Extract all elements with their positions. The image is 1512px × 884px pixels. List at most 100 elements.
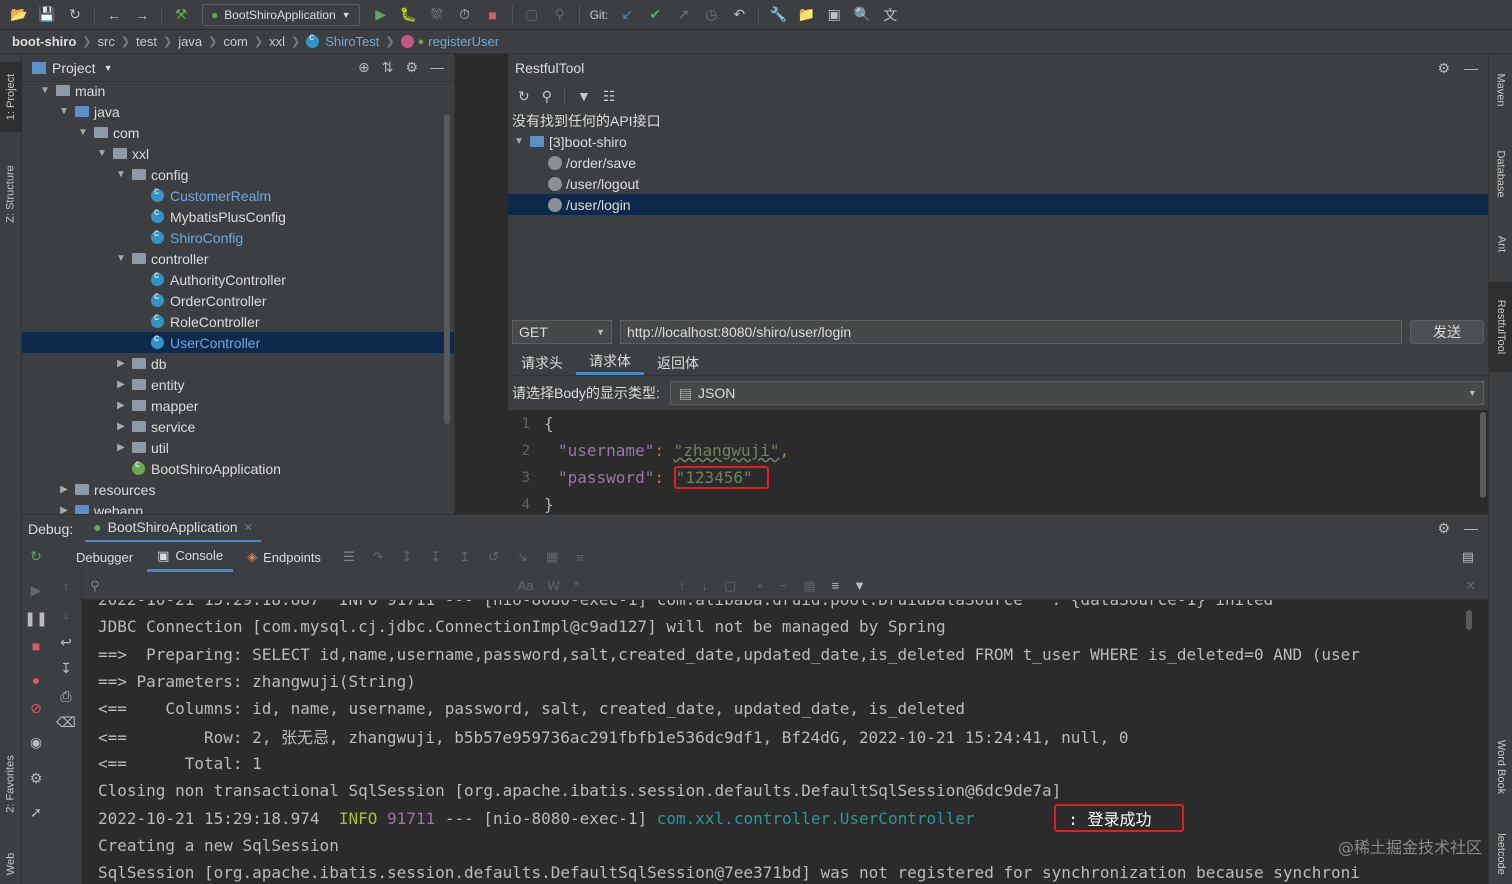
breadcrumb-item[interactable]: boot-shiro [12, 34, 76, 49]
run-config-select[interactable]: ● BootShiroApplication ▼ [202, 3, 360, 26]
tab-response-body[interactable]: 返回体 [644, 350, 712, 375]
drop-frame-icon[interactable]: ↺ [488, 549, 499, 565]
stop-icon[interactable]: ■ [26, 636, 46, 656]
restfultool-tool-tab[interactable]: RestfulTool [1489, 282, 1512, 372]
run-to-cursor-icon[interactable]: ↘ [517, 549, 528, 565]
git-rollback-icon[interactable]: ↶ [726, 4, 752, 26]
gear-icon[interactable]: ⚙ [1437, 60, 1450, 77]
breadcrumb-item[interactable]: ShiroTest [325, 34, 379, 49]
coverage-icon[interactable]: ⛆ [424, 4, 450, 26]
web-tool-tab[interactable]: Web [0, 844, 22, 884]
refresh-icon[interactable]: ↻ [518, 88, 530, 105]
chevron-down-icon[interactable]: ▼ [114, 253, 128, 264]
project-panel-title[interactable]: Project [52, 60, 96, 76]
locate-target-icon[interactable]: ⊕ [358, 59, 370, 76]
git-history-icon[interactable]: ◷ [698, 4, 724, 26]
build-hammer-icon[interactable]: ⚒ [168, 4, 194, 26]
chevron-down-icon[interactable]: ▼ [512, 136, 526, 147]
trash-icon[interactable]: ⌫ [56, 712, 76, 732]
tab-debugger[interactable]: Debugger [66, 542, 143, 572]
tree-item[interactable]: RoleController [22, 311, 454, 332]
tree-item[interactable]: ▶ db [22, 353, 454, 374]
stop-icon[interactable]: ■ [480, 4, 506, 26]
gear-icon[interactable]: ⚙ [26, 768, 46, 788]
sort-icon[interactable]: ≡ [832, 578, 840, 593]
chevron-down-icon[interactable]: ▼ [104, 63, 113, 73]
chevron-right-icon[interactable]: ▶ [114, 421, 128, 432]
console-scrollbar[interactable] [1466, 610, 1472, 630]
tree-item[interactable]: ▶ resources [22, 479, 454, 500]
leetcode-tool-tab[interactable]: leetcode [1489, 824, 1512, 884]
tab-console[interactable]: ▣ Console [147, 542, 234, 572]
tree-item[interactable]: ShiroConfig [22, 227, 454, 248]
chevron-right-icon[interactable]: ▶ [114, 358, 128, 369]
debug-session-tab[interactable]: ● BootShiroApplication ✕ [85, 515, 261, 543]
step-over-icon[interactable]: ↷ [373, 549, 384, 565]
structure-tool-tab[interactable]: Z: Structure [0, 154, 22, 234]
next-match-icon[interactable]: ↓ [701, 578, 708, 593]
pin-icon[interactable]: ➚ [26, 802, 46, 822]
breadcrumb-item[interactable]: java [178, 34, 202, 49]
chevron-right-icon[interactable]: ▶ [57, 505, 71, 514]
resume-icon[interactable]: ▶ [26, 580, 46, 600]
collapse-all-icon[interactable]: ⇅ [382, 59, 394, 76]
chevron-right-icon[interactable]: ▶ [114, 400, 128, 411]
camera-icon[interactable]: ◉ [26, 732, 46, 752]
trace-icon[interactable]: ≡ [576, 550, 584, 565]
ant-tool-tab[interactable]: Ant [1489, 224, 1512, 264]
database-tool-tab[interactable]: Database [1489, 134, 1512, 214]
api-item[interactable]: /user/logout [508, 173, 1488, 194]
chevron-right-icon[interactable]: ▶ [114, 379, 128, 390]
maven-tool-tab[interactable]: Maven [1489, 60, 1512, 120]
tree-item[interactable]: ▼ main [22, 80, 454, 101]
tree-item[interactable]: ▼ java [22, 101, 454, 122]
add-occurrence-icon[interactable]: + [756, 578, 764, 593]
tree-item[interactable]: ▶ mapper [22, 395, 454, 416]
request-body-editor[interactable]: 1 { 2 "username" : "zhangwuji" , 3 "pass… [508, 410, 1488, 514]
search-icon[interactable]: ⚲ [542, 88, 552, 105]
prev-match-icon[interactable]: ↑ [679, 578, 686, 593]
favorites-tool-tab[interactable]: 2: Favorites [0, 744, 22, 824]
console-output[interactable]: 2022-10-21 15:29:18.887 INFO 91711 --- [… [82, 600, 1474, 884]
save-icon[interactable]: 💾 [34, 4, 60, 26]
api-module-row[interactable]: ▼ [3]boot-shiro [508, 131, 1488, 152]
tree-item[interactable]: ▼ xxl [22, 143, 454, 164]
tree-item[interactable]: ▶ service [22, 416, 454, 437]
git-push-icon[interactable]: ↗ [670, 4, 696, 26]
tree-item[interactable]: ▶ entity [22, 374, 454, 395]
search-icon[interactable]: ⚲ [90, 578, 100, 594]
tree-item[interactable]: ▼ controller [22, 248, 454, 269]
menu-icon[interactable]: ☰ [343, 549, 355, 565]
tree-item[interactable]: AuthorityController [22, 269, 454, 290]
gear-icon[interactable]: ⚙ [1437, 520, 1450, 537]
terminal-icon[interactable]: ▣ [821, 4, 847, 26]
tree-item[interactable]: ▼ config [22, 164, 454, 185]
tab-endpoints[interactable]: ◈ Endpoints [237, 542, 331, 572]
body-type-select[interactable]: ▤ JSON ▼ [669, 381, 1484, 405]
layout-icon[interactable]: ▤ [1462, 549, 1474, 565]
columns-icon[interactable]: ☷ [603, 88, 616, 105]
chevron-down-icon[interactable]: ▼ [95, 148, 109, 159]
tree-item[interactable]: CustomerRealm [22, 185, 454, 206]
search-icon[interactable]: 🔍 [849, 4, 875, 26]
breadcrumb-item[interactable]: com [223, 34, 248, 49]
mute-breakpoints-icon[interactable]: ⊘ [26, 698, 46, 718]
remove-occurrence-icon[interactable]: − [780, 578, 788, 593]
debug-icon[interactable]: 🐛 [396, 4, 422, 26]
chevron-down-icon[interactable]: ▼ [76, 127, 90, 138]
minimize-icon[interactable]: — [430, 59, 444, 76]
gear-icon[interactable]: ⚙ [405, 59, 418, 76]
breadcrumb-item[interactable]: registerUser [428, 34, 499, 49]
settings-wrench-icon[interactable]: 🔧 [765, 4, 791, 26]
close-icon[interactable]: ✕ [1465, 578, 1476, 594]
git-commit-icon[interactable]: ✔ [642, 4, 668, 26]
back-icon[interactable]: ← [101, 4, 127, 26]
filter-icon[interactable]: ▼ [853, 578, 866, 593]
tree-item[interactable]: UserController [22, 332, 454, 353]
tree-item[interactable]: ▶ webapp [22, 500, 454, 514]
api-item[interactable]: /user/login [508, 194, 1488, 215]
tree-item[interactable]: MybatisPlusConfig [22, 206, 454, 227]
up-arrow-icon[interactable]: ↑ [56, 576, 76, 596]
translate-icon[interactable]: 文 [877, 4, 903, 26]
view-breakpoints-icon[interactable]: ● [26, 670, 46, 690]
